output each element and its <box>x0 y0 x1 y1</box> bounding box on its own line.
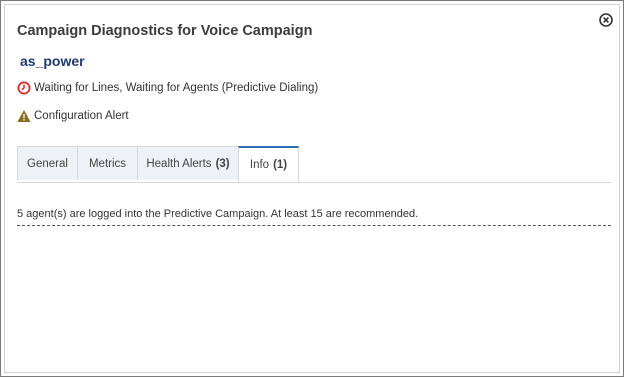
dialog-inner-frame <box>4 4 620 373</box>
clock-icon <box>17 81 31 95</box>
tab-health-alerts-label: Health Alerts <box>146 157 212 170</box>
tab-general[interactable]: General <box>17 146 78 180</box>
warning-triangle-icon <box>17 109 31 123</box>
tab-health-alerts[interactable]: Health Alerts (3) <box>137 146 239 180</box>
tab-metrics[interactable]: Metrics <box>77 146 138 180</box>
waiting-status: Waiting for Lines, Waiting for Agents (P… <box>17 80 318 96</box>
tab-info-label: Info <box>249 159 270 171</box>
info-message: 5 agent(s) are logged into the Predictiv… <box>17 208 419 220</box>
configuration-alert-text: Configuration Alert <box>34 110 129 122</box>
tab-health-alerts-count: (3) <box>215 157 230 170</box>
tab-general-label: General <box>27 157 68 170</box>
close-icon[interactable] <box>599 13 613 27</box>
waiting-status-text: Waiting for Lines, Waiting for Agents (P… <box>34 82 319 94</box>
dialog-title: Campaign Diagnostics for Voice Campaign <box>17 23 313 39</box>
info-divider <box>17 225 611 226</box>
diagnostics-tabs: General Metrics Health Alerts (3) Info (… <box>17 146 611 183</box>
campaign-diagnostics-dialog: Campaign Diagnostics for Voice Campaign … <box>0 0 624 377</box>
tab-metrics-label: Metrics <box>88 157 127 170</box>
campaign-name: as_power <box>20 53 85 69</box>
configuration-alert: Configuration Alert <box>17 108 129 124</box>
tab-info-count: (1) <box>273 159 288 171</box>
tab-info[interactable]: Info (1) <box>238 146 299 182</box>
